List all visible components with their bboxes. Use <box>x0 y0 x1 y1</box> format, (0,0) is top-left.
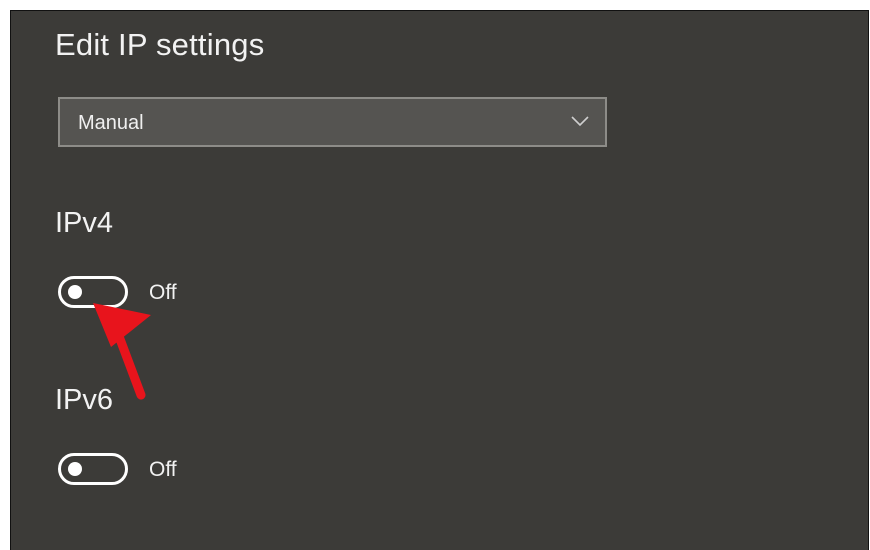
ipv6-toggle-state: Off <box>149 458 177 481</box>
chevron-down-icon <box>571 116 589 127</box>
ip-assignment-dropdown[interactable]: Manual <box>58 97 607 147</box>
dropdown-selected-value: Manual <box>78 112 144 134</box>
settings-panel: Edit IP settings Manual IPv4 Off IPv6 Of… <box>10 10 869 550</box>
red-arrow-icon <box>93 303 151 400</box>
ipv4-label: IPv4 <box>55 207 114 239</box>
ipv6-toggle[interactable] <box>58 453 128 485</box>
page-title: Edit IP settings <box>55 27 265 62</box>
ipv6-toggle-knob <box>68 462 82 476</box>
ipv4-toggle-knob <box>68 285 82 299</box>
